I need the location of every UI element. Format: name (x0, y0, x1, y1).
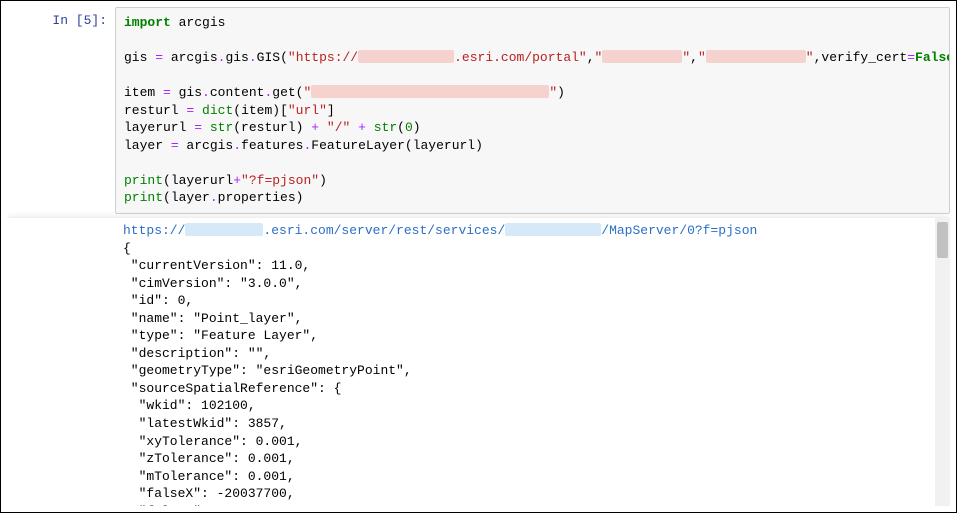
redacted-hostname (358, 50, 454, 63)
redacted-output-host (185, 223, 263, 236)
notebook-container: In [5]: import arcgis gis = arcgis.gis.G… (7, 7, 950, 506)
input-prompt: In [5]: (52, 13, 107, 28)
output-cell: https:// .esri.com/server/rest/services/ /… (7, 218, 950, 506)
redacted-item-id (311, 85, 549, 98)
output-prompt-column (7, 218, 115, 506)
code-input-area[interactable]: import arcgis gis = arcgis.gis.GIS("http… (115, 7, 950, 214)
redacted-password (706, 50, 806, 63)
prompt-column: In [5]: (7, 7, 115, 214)
output-json: { "currentVersion": 11.0, "cimVersion": … (123, 241, 412, 506)
output-url-pre: https:// (123, 223, 185, 238)
output-url-mid: .esri.com/server/rest/services/ (263, 223, 505, 238)
output-scrollbar[interactable] (935, 218, 950, 506)
output-url-post: /MapServer/0?f=pjson (601, 223, 757, 238)
output-area[interactable]: https:// .esri.com/server/rest/services/ /… (115, 218, 935, 506)
redacted-output-service (505, 223, 601, 236)
input-cell: In [5]: import arcgis gis = arcgis.gis.G… (7, 7, 950, 214)
scroll-thumb[interactable] (937, 222, 948, 258)
redacted-username (602, 50, 682, 63)
